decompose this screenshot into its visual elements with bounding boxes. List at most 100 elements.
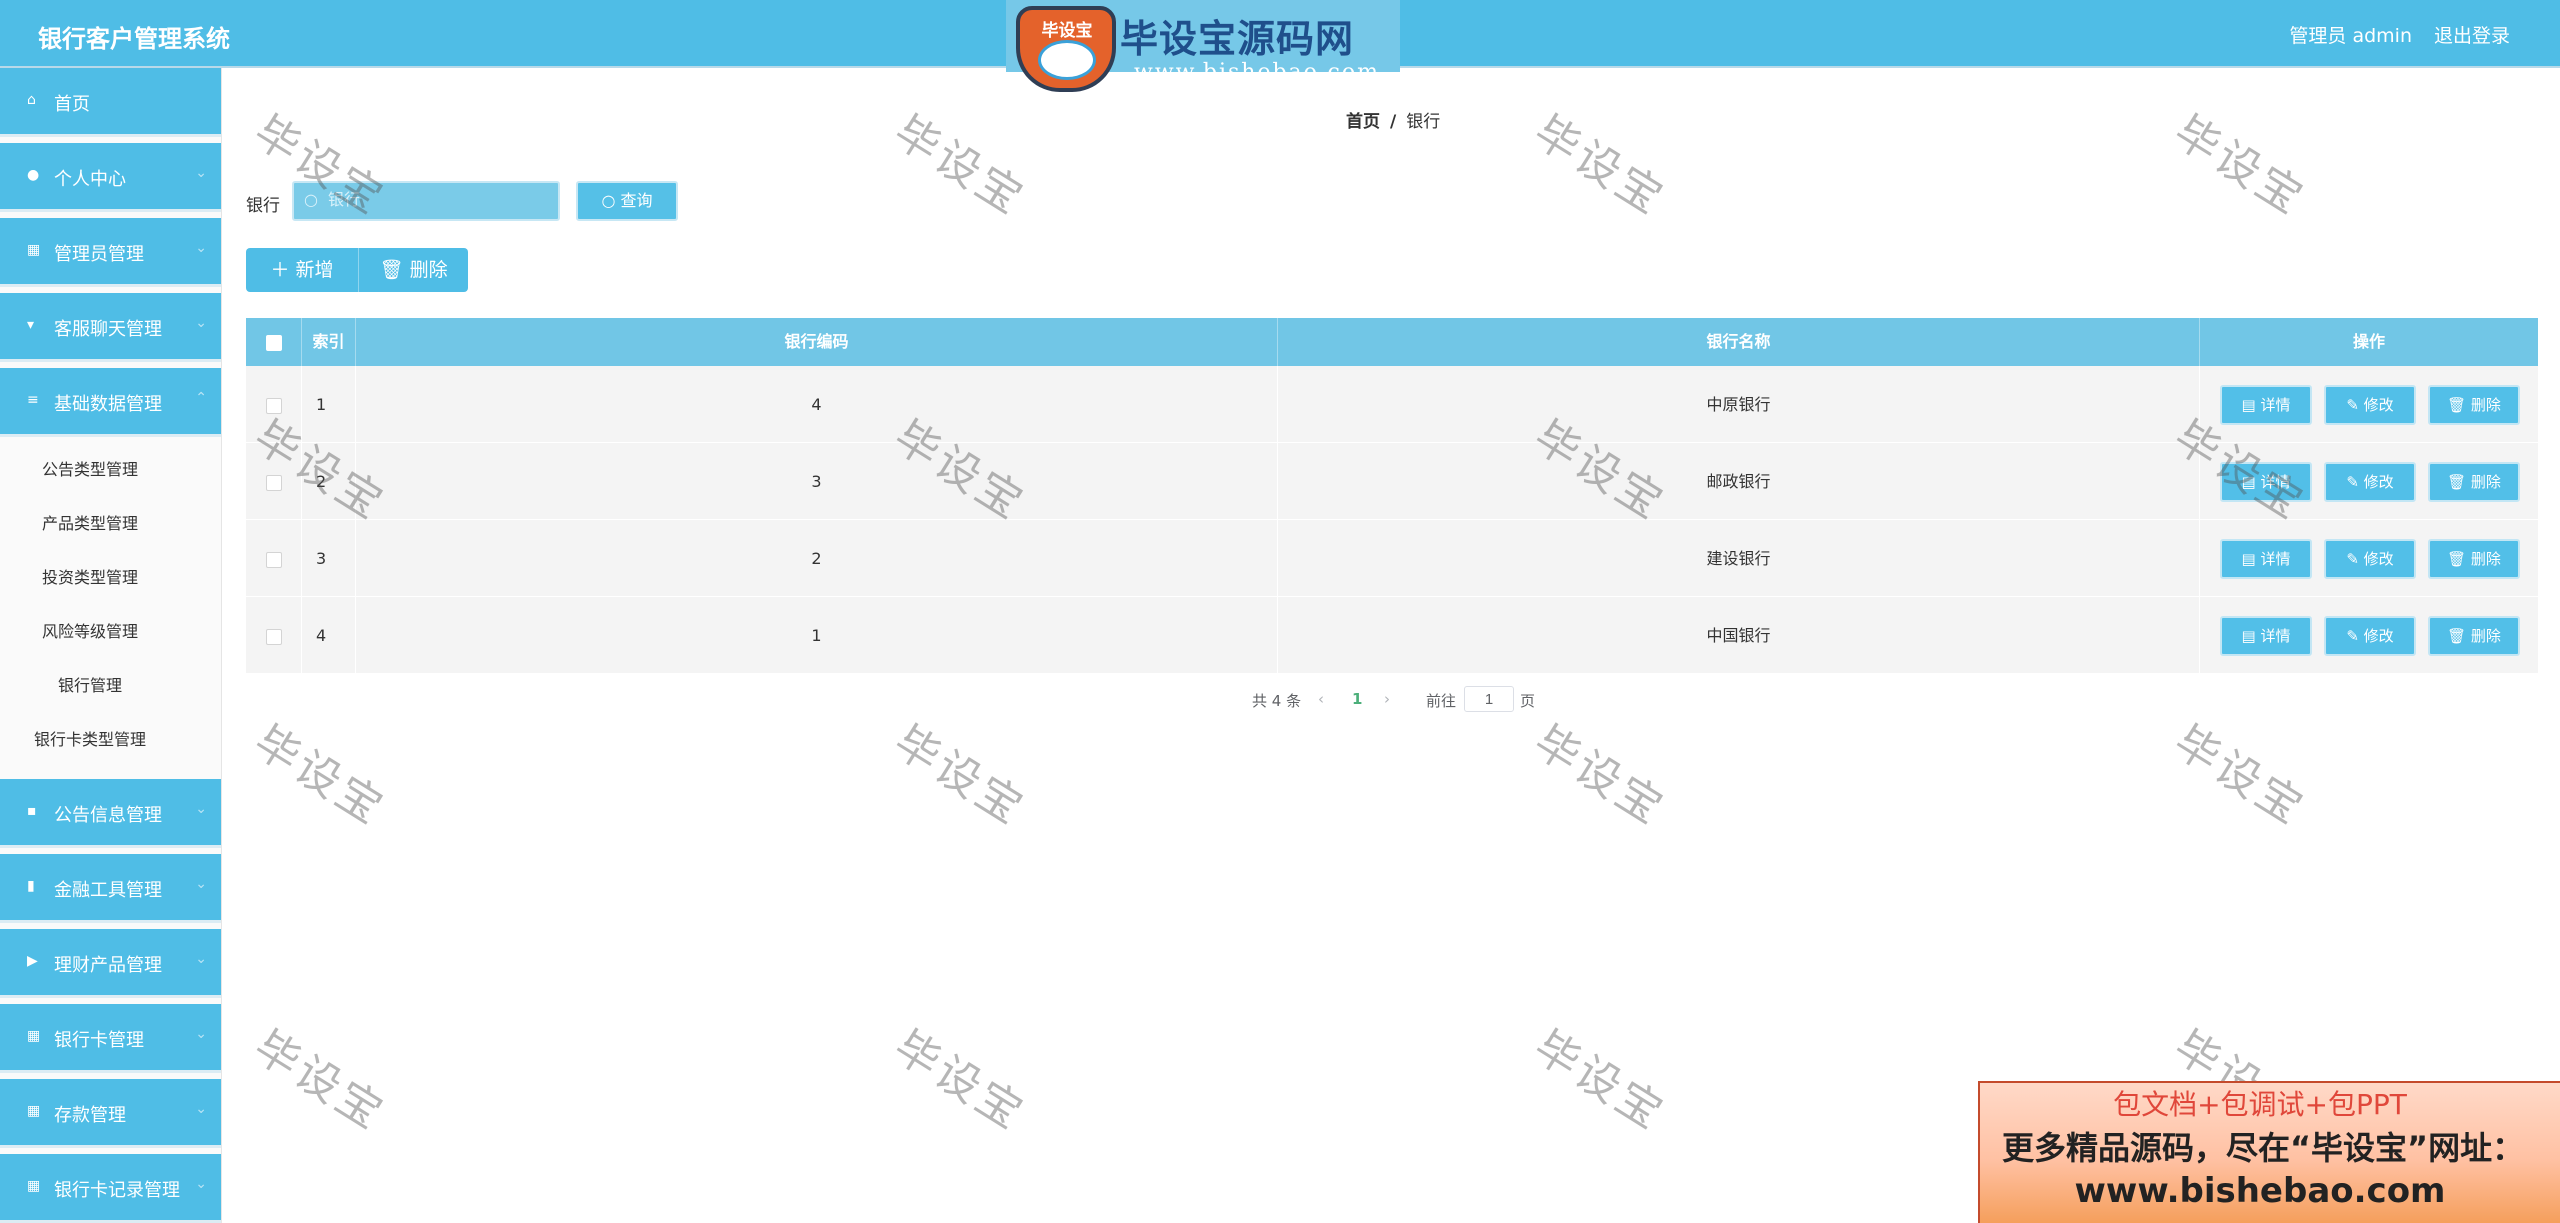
sidebar-item-label: 客服聊天管理 (54, 319, 162, 340)
detail-button[interactable]: ▤ 详情 (2220, 616, 2312, 656)
cell-index: 2 (302, 443, 356, 520)
table-row: 2 3 邮政银行 ▤ 详情 ✎ 修改 🗑 删除 (246, 443, 2538, 520)
app-title: 银行客户管理系统 (38, 25, 230, 53)
sidebar: ⌂ 首页 ● 个人中心 ⌄ ▦ 管理员管理 ⌄ ▾ 客服聊天管理 ⌄ ≡ 基础数… (0, 68, 222, 1223)
sidebar-item-label: 银行卡记录管理 (54, 1180, 180, 1201)
search-icon: ○ (601, 191, 616, 210)
row-checkbox-cell (246, 520, 302, 597)
sidebar-item-notice-info[interactable]: ▪ 公告信息管理 ⌄ (0, 779, 221, 848)
sidebar-item-card-records[interactable]: ▦ 银行卡记录管理 ⌄ (0, 1154, 221, 1223)
edit-label: 修改 (2363, 627, 2394, 645)
sidebar-item-label: 金融工具管理 (54, 880, 162, 901)
sidebar-subitem-investment-type[interactable]: 投资类型管理 (0, 551, 221, 605)
prev-page-icon[interactable]: ‹ (1318, 690, 1324, 708)
watermark: 毕设宝 (885, 1021, 1035, 1141)
sidebar-subitem-notice-type[interactable]: 公告类型管理 (0, 443, 221, 497)
sidebar-subitem-product-type[interactable]: 产品类型管理 (0, 497, 221, 551)
detail-button[interactable]: ▤ 详情 (2220, 385, 2312, 425)
edit-button[interactable]: ✎ 修改 (2324, 539, 2416, 579)
goto-suffix: 页 (1520, 692, 1536, 710)
sidebar-item-bank-card[interactable]: ▦ 银行卡管理 ⌄ (0, 1004, 221, 1073)
logo-seal-text: 毕设宝 (1041, 21, 1093, 41)
grid-icon: ▦ (27, 1103, 41, 1119)
row-checkbox-cell (246, 366, 302, 443)
edit-button[interactable]: ✎ 修改 (2324, 616, 2416, 656)
detail-label: 详情 (2260, 627, 2291, 645)
cell-name: 建设银行 (1278, 520, 2200, 597)
chevron-down-icon: ⌄ (195, 1176, 207, 1192)
goto-page-input[interactable] (1464, 686, 1514, 712)
batch-delete-button[interactable]: 🗑 删除 (358, 248, 468, 292)
chevron-down-icon: ⌄ (195, 801, 207, 817)
grid-icon: ▦ (27, 1028, 41, 1044)
watermark: 毕设宝 (1525, 106, 1675, 226)
sidebar-item-label: 存款管理 (54, 1105, 126, 1126)
logout-link[interactable]: 退出登录 (2434, 21, 2510, 48)
sidebar-item-chat-management[interactable]: ▾ 客服聊天管理 ⌄ (0, 293, 221, 362)
ad-line-3: www.bishebao.com (2074, 1171, 2446, 1211)
trash-icon: 🗑 (2447, 396, 2467, 414)
delete-button[interactable]: 🗑 删除 (2428, 539, 2520, 579)
delete-button[interactable]: 🗑 删除 (2428, 385, 2520, 425)
sidebar-item-base-data[interactable]: ≡ 基础数据管理 ⌃ (0, 368, 221, 437)
sidebar-item-label: 管理员管理 (54, 244, 144, 265)
chevron-down-icon: ⌄ (195, 876, 207, 892)
sidebar-item-financial-tools[interactable]: ▮ 金融工具管理 ⌄ (0, 854, 221, 923)
page-number-current[interactable]: 1 (1352, 690, 1362, 708)
cell-actions: ▤ 详情 ✎ 修改 🗑 删除 (2200, 443, 2538, 520)
bar-chart-icon: ▮ (27, 878, 35, 894)
ad-banner[interactable]: 包文档+包调试+包PPT 更多精品源码，尽在“毕设宝”网址： www.bishe… (1978, 1081, 2560, 1223)
trash-icon: 🗑 (379, 259, 404, 281)
user-icon: ● (27, 167, 40, 183)
row-checkbox[interactable] (265, 474, 282, 491)
cell-actions: ▤ 详情 ✎ 修改 🗑 删除 (2200, 520, 2538, 597)
pencil-icon: ✎ (2346, 550, 2359, 568)
sidebar-item-label: 首页 (54, 94, 90, 115)
search-input[interactable] (292, 181, 560, 221)
header-checkbox-cell (246, 318, 302, 366)
delete-button[interactable]: 🗑 删除 (2428, 462, 2520, 502)
detail-button[interactable]: ▤ 详情 (2220, 462, 2312, 502)
detail-label: 详情 (2260, 396, 2291, 414)
table-row: 4 1 中国银行 ▤ 详情 ✎ 修改 🗑 删除 (246, 597, 2538, 674)
chevron-down-icon: ⌄ (195, 240, 207, 256)
edit-button[interactable]: ✎ 修改 (2324, 462, 2416, 502)
detail-label: 详情 (2260, 550, 2291, 568)
add-button[interactable]: ＋ 新增 (246, 248, 358, 292)
sidebar-item-deposit[interactable]: ▦ 存款管理 ⌄ (0, 1079, 221, 1148)
pagination-total: 共 4 条 (1252, 692, 1302, 710)
search-button[interactable]: ○ 查询 (576, 181, 678, 221)
sidebar-item-label: 基础数据管理 (54, 394, 162, 415)
detail-button[interactable]: ▤ 详情 (2220, 539, 2312, 579)
home-icon: ⌂ (27, 92, 36, 108)
sidebar-item-label: 公告信息管理 (54, 805, 162, 826)
plus-icon: ＋ (270, 259, 290, 281)
row-checkbox[interactable] (265, 397, 282, 414)
flag-icon: ▶ (27, 953, 38, 969)
table-row: 3 2 建设银行 ▤ 详情 ✎ 修改 🗑 删除 (246, 520, 2538, 597)
sidebar-item-home[interactable]: ⌂ 首页 (0, 68, 221, 137)
sidebar-item-label: 银行卡管理 (54, 1030, 144, 1051)
breadcrumb: 首页 / 银行 (1346, 107, 1440, 132)
column-header-name: 银行名称 (1278, 318, 2200, 366)
row-checkbox[interactable] (265, 628, 282, 645)
sidebar-subitem-risk-level[interactable]: 风险等级管理 (0, 605, 221, 659)
sidebar-item-personal-center[interactable]: ● 个人中心 ⌄ (0, 143, 221, 212)
sidebar-item-wealth-products[interactable]: ▶ 理财产品管理 ⌄ (0, 929, 221, 998)
sidebar-subitem-bank[interactable]: 银行管理 (0, 659, 221, 713)
edit-label: 修改 (2363, 473, 2394, 491)
edit-button[interactable]: ✎ 修改 (2324, 385, 2416, 425)
watermark: 毕设宝 (1525, 716, 1675, 836)
delete-label: 删除 (2470, 473, 2501, 491)
next-page-icon[interactable]: › (1384, 690, 1390, 708)
select-all-checkbox[interactable] (265, 334, 282, 351)
row-checkbox-cell (246, 443, 302, 520)
cell-actions: ▤ 详情 ✎ 修改 🗑 删除 (2200, 366, 2538, 443)
sidebar-item-admin-management[interactable]: ▦ 管理员管理 ⌄ (0, 218, 221, 287)
cell-name: 中国银行 (1278, 597, 2200, 674)
breadcrumb-home[interactable]: 首页 (1346, 112, 1380, 132)
delete-button[interactable]: 🗑 删除 (2428, 616, 2520, 656)
sidebar-subitem-card-type[interactable]: 银行卡类型管理 (0, 713, 221, 767)
document-icon: ▤ (2241, 550, 2256, 568)
row-checkbox[interactable] (265, 551, 282, 568)
